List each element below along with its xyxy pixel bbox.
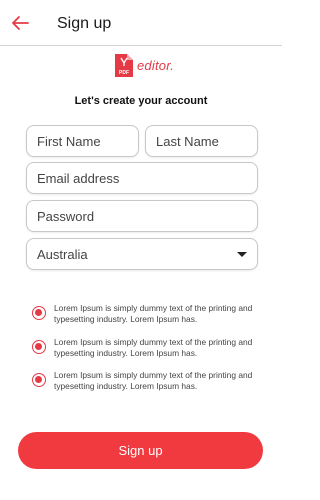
agreement-radio-1[interactable] [32,306,46,320]
email-placeholder: Email address [37,170,120,186]
page-title: Sign up [57,15,112,32]
app-header: Sign up [0,0,282,46]
logo-text: editor. [137,58,175,73]
country-selected-value: Australia [37,246,88,262]
password-field[interactable]: Password [26,200,258,232]
agreement-text-1: Lorem Ipsum is simply dummy text of the … [54,303,253,324]
arrow-left-icon [12,16,29,30]
back-button[interactable] [10,14,32,32]
last-name-placeholder: Last Name [156,133,219,149]
caret-down-icon [237,251,247,257]
agreement-text-3: Lorem Ipsum is simply dummy text of the … [54,370,253,391]
email-field[interactable]: Email address [26,162,258,194]
last-name-field[interactable]: Last Name [145,125,258,157]
form-subtitle: Let's create your account [74,95,208,107]
first-name-placeholder: First Name [37,133,101,149]
agreement-radio-3[interactable] [32,373,46,387]
first-name-field[interactable]: First Name [26,125,139,157]
signup-button[interactable]: Sign up [18,432,263,469]
agreement-text-2: Lorem Ipsum is simply dummy text of the … [54,337,253,358]
agreement-radio-2[interactable] [32,340,46,354]
logo-badge: PDF [119,70,129,76]
app-logo: PDF editor. [114,53,174,79]
pdf-document-icon: PDF [115,54,133,77]
password-placeholder: Password [37,208,95,224]
country-select[interactable]: Australia [26,238,258,270]
